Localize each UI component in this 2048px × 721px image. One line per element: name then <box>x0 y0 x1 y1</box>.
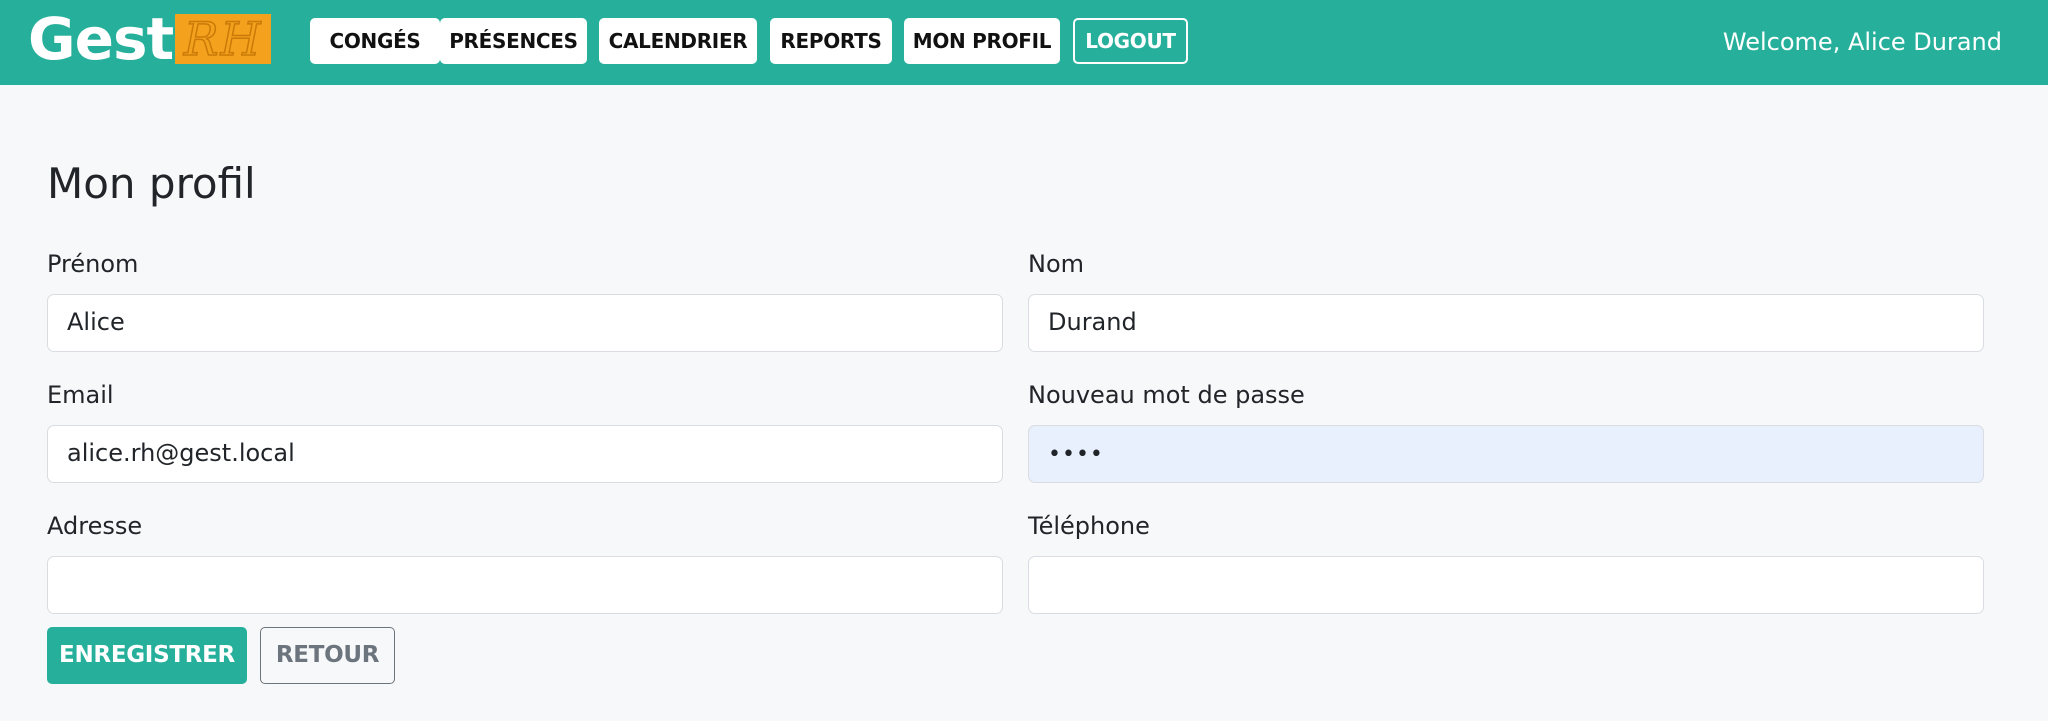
prenom-label: Prénom <box>47 250 139 278</box>
nav-presences-button[interactable]: PRÉSENCES <box>440 18 587 64</box>
password-masked-value: •••• <box>1048 442 1104 467</box>
save-button[interactable]: ENREGISTRER <box>47 627 247 684</box>
adresse-label: Adresse <box>47 512 143 540</box>
telephone-input[interactable] <box>1028 556 1984 614</box>
nav-calendrier-button[interactable]: CALENDRIER <box>599 18 757 64</box>
page-title: Mon profil <box>47 159 256 208</box>
app-logo[interactable]: Gest RH <box>28 5 272 73</box>
password-label: Nouveau mot de passe <box>1028 381 1305 409</box>
email-label: Email <box>47 381 114 409</box>
nom-label: Nom <box>1028 250 1085 278</box>
nav-mon-profil-button[interactable]: MON PROFIL <box>904 18 1060 64</box>
welcome-message: Welcome, Alice Durand <box>1722 28 2002 56</box>
logo-badge-text: RH <box>183 14 263 64</box>
adresse-input[interactable] <box>47 556 1003 614</box>
logo-badge: RH <box>175 14 272 64</box>
email-input[interactable]: alice.rh@gest.local <box>47 425 1003 483</box>
top-navbar: Gest RH CONGÉS PRÉSENCES CALENDRIER REPO… <box>0 0 2048 85</box>
nav-reports-button[interactable]: REPORTS <box>770 18 892 64</box>
logo-wordmark: Gest <box>28 5 174 73</box>
prenom-input[interactable]: Alice <box>47 294 1003 352</box>
nav-conges-button[interactable]: CONGÉS <box>310 18 440 64</box>
password-input[interactable]: •••• <box>1028 425 1984 483</box>
back-button[interactable]: RETOUR <box>260 627 395 684</box>
nom-input[interactable]: Durand <box>1028 294 1984 352</box>
logout-button[interactable]: LOGOUT <box>1073 18 1188 64</box>
telephone-label: Téléphone <box>1028 512 1150 540</box>
